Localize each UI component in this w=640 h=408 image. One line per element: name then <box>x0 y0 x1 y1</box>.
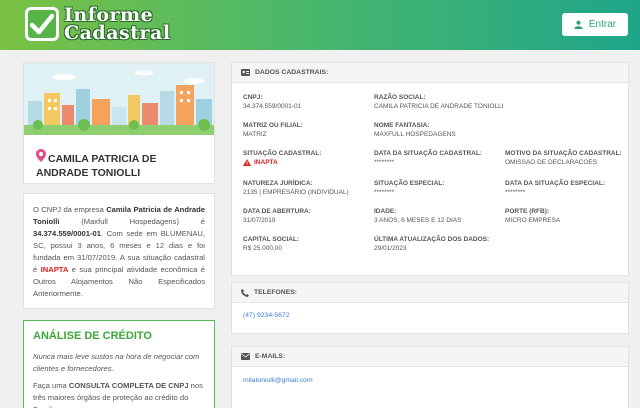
email-link[interactable]: milatoniolli@gmail.com <box>243 377 313 384</box>
company-summary: O CNPJ da empresa Camila Patricia de And… <box>23 193 215 309</box>
field-matriz: MATRIZ OU FILIAL: MATRIZ <box>243 122 303 138</box>
field-razao-social: RAZÃO SOCIAL: CAMILA PATRICIA DE ANDRADE … <box>374 94 504 110</box>
field-data-situacao: DATA DA SITUAÇÃO CADASTRAL: ******** <box>374 150 482 166</box>
panel-header: TELEFONES: <box>232 283 628 303</box>
field-abertura: DATA DE ABERTURA: 31/07/2019 <box>243 208 311 224</box>
company-name: CAMILA PATRICIA DE ANDRADE TONIOLLI <box>36 149 206 180</box>
top-header: Informe Cadastral Entrar <box>0 0 640 50</box>
login-button[interactable]: Entrar <box>562 13 628 36</box>
location-pin-icon <box>36 149 48 166</box>
checkmark-icon <box>25 7 59 41</box>
registration-data-panel: DADOS CADASTRAIS: CNPJ: 34.374.559/0001-0… <box>231 62 629 276</box>
panel-header: DADOS CADASTRAIS: <box>232 63 628 83</box>
phone-icon <box>241 288 249 297</box>
warning-icon <box>243 159 251 166</box>
field-natureza: NATUREZA JURÍDICA: 2135 | EMPRESÁRIO (IND… <box>243 180 349 196</box>
credit-tagline: Nunca mais leve sustos na hora de negoci… <box>33 352 200 373</box>
phone-link[interactable]: (47) 9234-5672 <box>243 312 289 319</box>
field-nome-fantasia: NOME FANTASIA: MAXFULL HOSPEDAGENS <box>374 122 456 138</box>
site-logo[interactable]: Informe Cadastral <box>25 4 171 44</box>
field-situacao: SITUAÇÃO CADASTRAL: INAPTA <box>243 150 322 166</box>
panel-header: E-MAILS: <box>232 347 628 367</box>
login-label: Entrar <box>588 19 617 30</box>
profile-card: CAMILA PATRICIA DE ANDRADE TONIOLLI <box>23 62 215 184</box>
field-idade: IDADE: 3 ANOS, 6 MESES E 12 DIAS <box>374 208 462 224</box>
logo-text: Informe Cadastral <box>64 4 171 44</box>
city-illustration <box>24 63 214 135</box>
envelope-icon <box>241 353 250 360</box>
field-data-especial: DATA DA SITUAÇÃO ESPECIAL: ******** <box>505 180 606 196</box>
field-capital: CAPITAL SOCIAL: R$ 25.000,00 <box>243 236 300 252</box>
field-situacao-especial: SITUAÇÃO ESPECIAL: ******** <box>374 180 445 196</box>
field-motivo: MOTIVO DA SITUAÇÃO CADASTRAL: OMISSAO DE … <box>505 150 622 166</box>
credit-text: Faça uma CONSULTA COMPLETA DE CNPJ nos t… <box>33 381 203 408</box>
credit-title: ANÁLISE DE CRÉDITO <box>33 330 152 342</box>
id-card-icon <box>241 69 250 76</box>
field-cnpj: CNPJ: 34.374.559/0001-01 <box>243 94 302 110</box>
emails-panel: E-MAILS: milatoniolli@gmail.com <box>231 346 629 408</box>
phones-panel: TELEFONES: (47) 9234-5672 <box>231 282 629 334</box>
credit-analysis-card[interactable]: ANÁLISE DE CRÉDITO Nunca mais leve susto… <box>23 320 215 408</box>
field-porte: PORTE (RFB): MICRO EMPRESA <box>505 208 561 224</box>
user-icon <box>574 20 583 29</box>
field-atualizacao: ÚLTIMA ATUALIZAÇÃO DOS DADOS: 29/01/2023 <box>374 236 490 252</box>
